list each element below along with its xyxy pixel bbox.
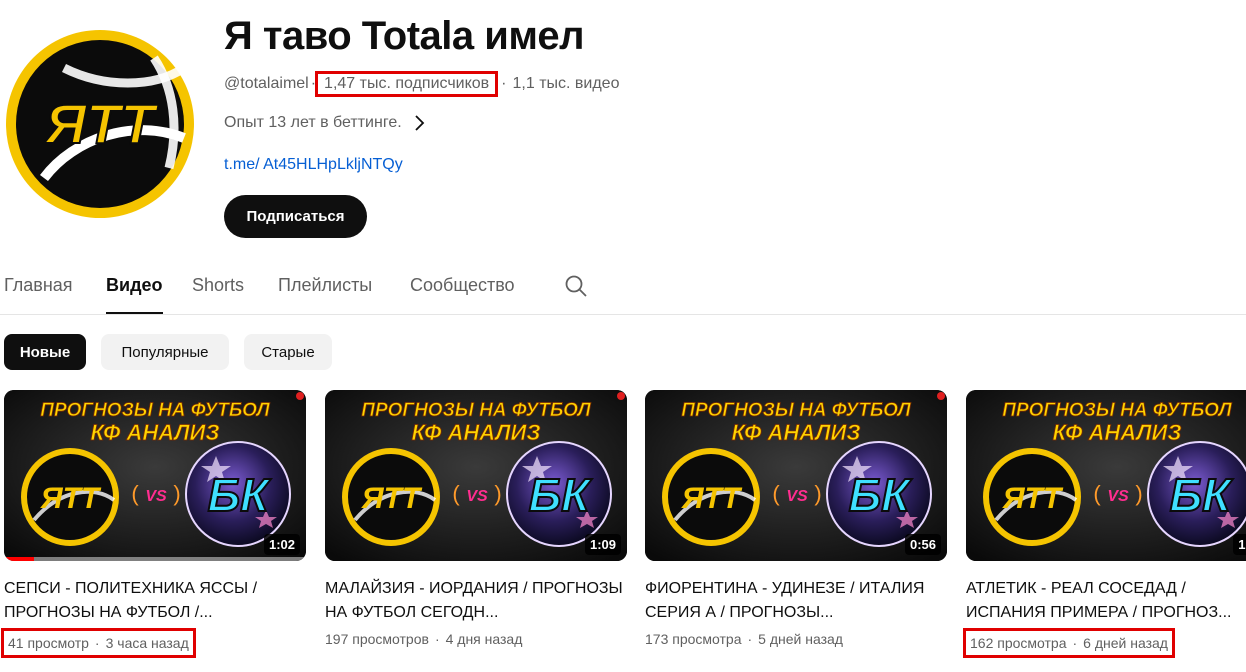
thumbnail-left-logo: ЯТТ (361, 482, 423, 515)
video-card[interactable]: ПРОГНОЗЫ НА ФУТБОЛ КФ АНАЛИЗ ЯТТ ( VS ) … (645, 390, 947, 649)
separator: · (310, 75, 317, 92)
sort-newest-chip[interactable]: Новые (4, 334, 86, 370)
thumbnail-right-logo: БК (849, 469, 913, 521)
tab-playlists[interactable]: Плейлисты (278, 275, 372, 296)
separator: · (94, 635, 100, 651)
video-thumbnail[interactable]: ПРОГНОЗЫ НА ФУТБОЛ КФ АНАЛИЗ ЯТТ ( VS ) … (4, 390, 306, 561)
upload-age: 4 дня назад (445, 631, 523, 647)
channel-tabs: Главная Видео Shorts Плейлисты Сообществ… (0, 268, 1246, 315)
upload-age: 5 дней назад (758, 631, 843, 647)
thumbnail-headline: ПРОГНОЗЫ НА ФУТБОЛ (681, 400, 911, 421)
channel-description[interactable]: Опыт 13 лет в беттинге. (224, 114, 426, 132)
channel-meta: @totalaimel · 1,47 тыс. подписчиков · 1,… (224, 71, 620, 97)
video-thumbnail[interactable]: ПРОГНОЗЫ НА ФУТБОЛ КФ АНАЛИЗ ЯТТ ( VS ) … (966, 390, 1246, 561)
svg-text:): ) (494, 481, 501, 506)
video-metadata: 41 просмотр · 3 часа назад (1, 628, 196, 658)
upload-age: 3 часа назад (105, 635, 189, 651)
separator: · (434, 631, 440, 647)
channel-link[interactable]: t.me/ At45HLHpLkljNTQy (224, 156, 403, 174)
svg-text:(: ( (772, 481, 780, 506)
svg-text:): ) (173, 481, 180, 506)
sort-oldest-chip[interactable]: Старые (244, 334, 332, 370)
channel-handle: @totalaimel (224, 75, 309, 92)
video-metadata: 162 просмотра · 6 дней назад (963, 628, 1175, 658)
thumbnail-vs: VS (1107, 488, 1129, 505)
avatar-logo-text: ЯТТ (43, 92, 159, 155)
video-duration: 1:0 (1233, 534, 1246, 555)
video-card[interactable]: ПРОГНОЗЫ НА ФУТБОЛ КФ АНАЛИЗ ЯТТ ( VS ) … (325, 390, 627, 649)
video-metadata: 173 просмотра · 5 дней назад (645, 631, 843, 647)
video-duration: 1:09 (584, 534, 621, 555)
video-title[interactable]: ФИОРЕНТИНА - УДИНЕЗЕ / ИТАЛИЯ СЕРИЯ А / … (645, 577, 947, 625)
video-thumbnail[interactable]: ПРОГНОЗЫ НА ФУТБОЛ КФ АНАЛИЗ ЯТТ ( VS ) … (325, 390, 627, 561)
separator: · (501, 75, 507, 92)
description-text: Опыт 13 лет в беттинге. (224, 114, 402, 131)
view-count: 197 просмотров (325, 631, 429, 647)
tab-shorts[interactable]: Shorts (192, 275, 244, 296)
thumbnail-subheadline: КФ АНАЛИЗ (412, 420, 541, 445)
thumbnail-headline: ПРОГНОЗЫ НА ФУТБОЛ (40, 400, 270, 421)
thumbnail-headline: ПРОГНОЗЫ НА ФУТБОЛ (361, 400, 591, 421)
video-count: 1,1 тыс. видео (512, 75, 620, 92)
thumbnail-subheadline: КФ АНАЛИЗ (91, 420, 220, 445)
view-count: 173 просмотра (645, 631, 742, 647)
thumbnail-vs: VS (786, 488, 808, 505)
subscriber-count: 1,47 тыс. подписчиков (315, 71, 499, 97)
thumbnail-left-logo: ЯТТ (681, 482, 743, 515)
active-tab-indicator (106, 312, 163, 314)
svg-text:): ) (1135, 481, 1142, 506)
video-card[interactable]: ПРОГНОЗЫ НА ФУТБОЛ КФ АНАЛИЗ ЯТТ ( VS ) … (1, 390, 306, 658)
video-thumbnail[interactable]: ПРОГНОЗЫ НА ФУТБОЛ КФ АНАЛИЗ ЯТТ ( VS ) … (645, 390, 947, 561)
subscribe-button[interactable]: Подписаться (224, 195, 367, 238)
view-count: 162 просмотра (970, 635, 1067, 651)
separator: · (1072, 635, 1078, 651)
video-title[interactable]: АТЛЕТИК - РЕАЛ СОСЕДАД / ИСПАНИЯ ПРИМЕРА… (966, 577, 1246, 625)
video-duration: 1:02 (263, 534, 300, 555)
sort-popular-chip[interactable]: Популярные (101, 334, 229, 370)
tab-community[interactable]: Сообщество (410, 275, 515, 296)
thumbnail-subheadline: КФ АНАЛИЗ (1053, 420, 1182, 445)
svg-text:(: ( (452, 481, 460, 506)
separator: · (747, 631, 753, 647)
channel-avatar[interactable]: ЯТТ (4, 28, 196, 220)
channel-name: Я таво Totala имел (224, 14, 585, 58)
svg-text:(: ( (131, 481, 139, 506)
video-duration: 0:56 (904, 534, 941, 555)
svg-text:(: ( (1093, 481, 1101, 506)
video-title[interactable]: МАЛАЙЗИЯ - ИОРДАНИЯ / ПРОГНОЗЫ НА ФУТБОЛ… (325, 577, 627, 625)
view-count: 41 просмотр (8, 635, 89, 651)
thumbnail-subheadline: КФ АНАЛИЗ (732, 420, 861, 445)
svg-text:): ) (814, 481, 821, 506)
video-title[interactable]: СЕПСИ - ПОЛИТЕХНИКА ЯССЫ / ПРОГНОЗЫ НА Ф… (4, 577, 306, 625)
tab-videos[interactable]: Видео (106, 275, 163, 296)
thumbnail-right-logo: БК (1170, 469, 1234, 521)
thumbnail-headline: ПРОГНОЗЫ НА ФУТБОЛ (1002, 400, 1232, 421)
search-icon[interactable] (563, 273, 589, 299)
thumbnail-vs: VS (466, 488, 488, 505)
watch-progress-fill (4, 557, 35, 561)
thumbnail-right-logo: БК (529, 469, 593, 521)
tab-home[interactable]: Главная (4, 275, 73, 296)
thumbnail-vs: VS (145, 488, 167, 505)
thumbnail-right-logo: БК (208, 469, 272, 521)
thumbnail-left-logo: ЯТТ (40, 482, 102, 515)
upload-age: 6 дней назад (1083, 635, 1168, 651)
chevron-right-icon (415, 115, 424, 131)
thumbnail-left-logo: ЯТТ (1002, 482, 1064, 515)
video-metadata: 197 просмотров · 4 дня назад (325, 631, 522, 647)
watch-progress-bar (4, 557, 306, 561)
video-card[interactable]: ПРОГНОЗЫ НА ФУТБОЛ КФ АНАЛИЗ ЯТТ ( VS ) … (963, 390, 1246, 658)
